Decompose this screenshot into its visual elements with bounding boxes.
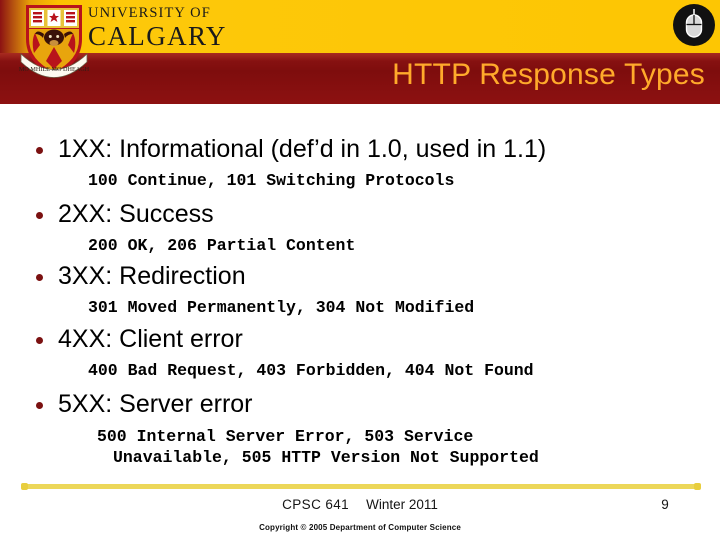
wordmark-line-1: UNIVERSITY OF bbox=[88, 5, 211, 21]
code-line: 301 Moved Permanently, 304 Not Modified bbox=[88, 298, 475, 317]
bullet-heading-text: 1XX: Informational (def’d in 1.0, used i… bbox=[58, 135, 547, 163]
response-group-2xx: 2XX: Success 200 OK, 206 Partial Content bbox=[0, 199, 720, 256]
computer-mouse-icon bbox=[672, 3, 716, 47]
slide-body: 1XX: Informational (def’d in 1.0, used i… bbox=[0, 104, 720, 480]
response-group-3xx: 3XX: Redirection 301 Moved Permanently, … bbox=[0, 261, 720, 318]
university-wordmark: UNIVERSITY OF CALGARY bbox=[88, 5, 278, 51]
university-crest-icon: MO MHILE MO DHEAGH bbox=[18, 1, 90, 83]
bullet-dot-icon bbox=[36, 402, 43, 409]
code-line: 500 Internal Server Error, 503 Service bbox=[97, 427, 474, 446]
footer-copyright: Copyright © 2005 Department of Computer … bbox=[259, 523, 461, 532]
code-line: 200 OK, 206 Partial Content bbox=[88, 236, 356, 255]
code-line: Unavailable, 505 HTTP Version Not Suppor… bbox=[113, 448, 539, 467]
page-title: HTTP Response Types bbox=[392, 58, 705, 91]
bullet-heading: 1XX: Informational (def’d in 1.0, used i… bbox=[0, 134, 720, 164]
code-line: 100 Continue, 101 Switching Protocols bbox=[88, 171, 455, 190]
footer-divider bbox=[21, 483, 701, 490]
bullet-heading-text: 4XX: Client error bbox=[58, 325, 243, 353]
bullet-heading-text: 3XX: Redirection bbox=[58, 262, 246, 290]
bullet-dot-icon bbox=[36, 337, 43, 344]
bullet-heading: 5XX: Server error bbox=[0, 389, 720, 419]
bullet-heading-text: 2XX: Success bbox=[58, 200, 214, 228]
bullet-heading: 3XX: Redirection bbox=[0, 261, 720, 291]
bullet-heading: 4XX: Client error bbox=[0, 324, 720, 354]
slide: MO MHILE MO DHEAGH UNIVERSITY OF CALGARY… bbox=[0, 0, 720, 540]
bullet-dot-icon bbox=[36, 274, 43, 281]
response-group-4xx: 4XX: Client error 400 Bad Request, 403 F… bbox=[0, 324, 720, 381]
bullet-heading: 2XX: Success bbox=[0, 199, 720, 229]
bullet-dot-icon bbox=[36, 147, 43, 154]
response-group-5xx: 5XX: Server error 500 Internal Server Er… bbox=[0, 389, 720, 468]
bullet-dot-icon bbox=[36, 212, 43, 219]
response-group-1xx: 1XX: Informational (def’d in 1.0, used i… bbox=[0, 134, 720, 191]
bullet-heading-text: 5XX: Server error bbox=[58, 390, 253, 418]
code-line: 400 Bad Request, 403 Forbidden, 404 Not … bbox=[88, 361, 534, 380]
footer-course: CPSC 641 bbox=[282, 497, 350, 512]
wordmark-line-2: CALGARY bbox=[88, 21, 227, 51]
footer-course-term: CPSC 641 Winter 2011 bbox=[0, 496, 720, 513]
footer-term: Winter 2011 bbox=[366, 497, 438, 512]
svg-text:MO MHILE MO DHEAGH: MO MHILE MO DHEAGH bbox=[19, 66, 90, 73]
page-number: 9 bbox=[661, 497, 669, 512]
